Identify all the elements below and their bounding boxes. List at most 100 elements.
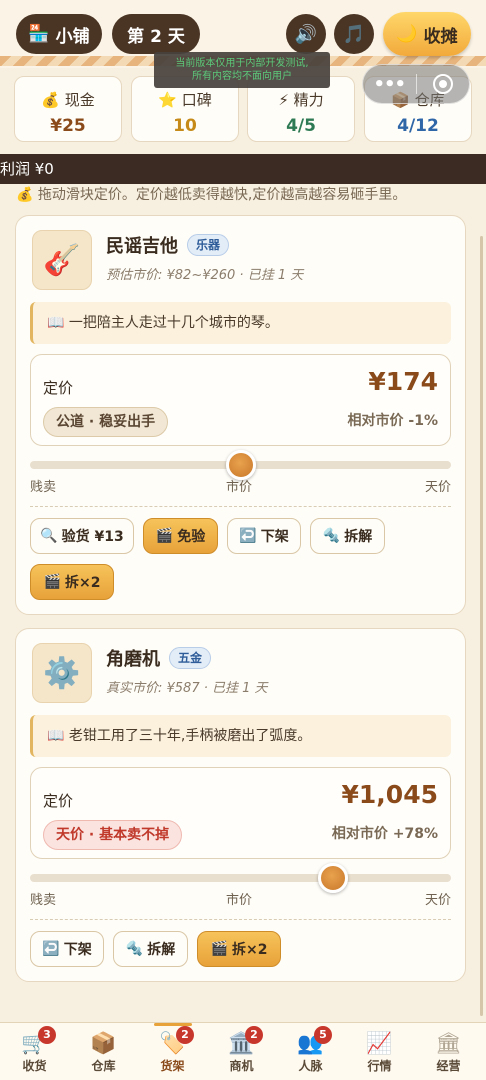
item-name: 民谣吉他 <box>106 236 178 257</box>
nav-manage-label: 经营 <box>436 1059 461 1073</box>
sound-button[interactable]: 🔊 <box>286 14 326 54</box>
nav-contacts-label: 人脉 <box>298 1059 323 1073</box>
clapper-icon: 🎬 <box>43 574 61 590</box>
scrollbar[interactable] <box>480 236 483 1016</box>
price-value: ¥1,045 <box>341 780 438 809</box>
bottom-nav: 🛒 收货 3 📦 仓库 🏷️ 货架 2 🏛️ 商机 2 👥 人脉 5 📈 行情 … <box>0 1022 486 1080</box>
price-verdict-badge: 天价 · 基本卖不掉 <box>43 820 183 850</box>
miniprogram-capsule: ••• <box>362 64 470 104</box>
speaker-icon: 🔊 <box>294 23 318 45</box>
scale-low: 贱卖 <box>30 893 57 908</box>
disassemble-x2-button[interactable]: 🎬 拆×2 <box>30 564 114 600</box>
disassemble-label: 拆解 <box>147 942 176 958</box>
shop-button[interactable]: 🏪 小铺 <box>16 14 102 54</box>
wrench-icon: 🔩 <box>125 941 144 957</box>
star-icon: ⭐ <box>158 91 177 109</box>
divider <box>30 919 451 920</box>
close-miniprogram-button[interactable] <box>416 74 469 94</box>
nav-opportunity[interactable]: 🏛️ 商机 2 <box>207 1023 276 1080</box>
moneybag-icon: 💰 <box>41 91 60 109</box>
shop-label: 小铺 <box>55 26 90 47</box>
return-icon: ↩️ <box>239 528 257 544</box>
price-label: 定价 <box>43 379 74 397</box>
nav-warehouse-label: 仓库 <box>91 1059 116 1073</box>
pricing-hint: 💰 拖动滑块定价。定价越低卖得越快,定价越高越容易砸手里。 <box>16 187 407 202</box>
chart-icon: 📈 <box>366 1031 393 1055</box>
disassemble-label: 拆解 <box>344 529 373 545</box>
nav-warehouse[interactable]: 📦 仓库 <box>69 1023 138 1080</box>
stat-energy-label: 精力 <box>293 91 324 109</box>
price-box: 定价 ¥174 公道 · 稳妥出手 相对市价 -1% <box>30 354 451 446</box>
nav-contacts-badge: 5 <box>314 1026 332 1044</box>
item-description: 📖 老钳工用了三十年,手柄被磨出了弧度。 <box>30 715 451 757</box>
category-tag: 五金 <box>169 647 212 669</box>
nav-shelf-badge: 2 <box>176 1026 194 1044</box>
stat-cash-value: ¥25 <box>50 116 86 136</box>
bank-icon: 🏛️ <box>228 1031 255 1055</box>
item-card: 🎸 民谣吉他 乐器 预估市价: ¥82~¥260 · 已挂 1 天 📖 一把陪主… <box>15 215 466 615</box>
price-tag-icon: 🏷️ <box>159 1031 186 1055</box>
skip-inspect-button[interactable]: 🎬 免验 <box>143 518 218 554</box>
category-tag: 乐器 <box>187 234 230 256</box>
relative-market-price: 相对市价 +78% <box>331 826 438 842</box>
disassemble-x2-button[interactable]: 🎬 拆×2 <box>197 931 281 967</box>
clapper-icon: 🎬 <box>155 528 174 544</box>
guitar-icon: 🎸 <box>32 230 92 290</box>
cart-icon: 🛒 <box>21 1031 48 1055</box>
scale-mid: 市价 <box>226 480 253 495</box>
nav-receive-badge: 3 <box>38 1026 56 1044</box>
wrench-icon: 🔩 <box>322 528 341 544</box>
nav-contacts[interactable]: 👥 人脉 5 <box>276 1023 345 1080</box>
price-label: 定价 <box>43 792 74 810</box>
day-label: 第 2 天 <box>127 26 185 47</box>
stat-energy-value: 4/5 <box>286 116 316 136</box>
skip-inspect-label: 免验 <box>177 529 206 545</box>
inspect-label: 验货 ¥13 <box>61 529 124 545</box>
price-verdict-badge: 公道 · 稳妥出手 <box>43 407 169 437</box>
profit-banner: 利润 ¥0 <box>0 154 486 184</box>
delist-label: 下架 <box>63 942 92 958</box>
stat-reputation-label: 口碑 <box>181 91 212 109</box>
nav-receive[interactable]: 🛒 收货 3 <box>0 1023 69 1080</box>
shop-icon: 🏪 <box>28 24 50 44</box>
inspect-button[interactable]: 🔍 验货 ¥13 <box>30 518 134 554</box>
disassemble-x2-label: 拆×2 <box>64 575 101 591</box>
nav-shelf[interactable]: 🏷️ 货架 2 <box>138 1023 207 1080</box>
nav-market-label: 行情 <box>367 1059 392 1073</box>
nav-receive-label: 收货 <box>22 1059 47 1073</box>
close-shop-label: 收摊 <box>423 26 458 47</box>
magnifier-icon: 🔍 <box>40 528 58 544</box>
gear-icon: ⚙️ <box>32 643 92 703</box>
nav-market[interactable]: 📈 行情 <box>345 1023 414 1080</box>
nav-manage[interactable]: 🏛 经营 <box>414 1023 483 1080</box>
stat-reputation-value: 10 <box>173 116 197 136</box>
disassemble-button[interactable]: 🔩 拆解 <box>310 518 385 554</box>
dev-notice-line2: 所有内容均不面向用户 <box>192 71 292 82</box>
music-note-icon: 🎵 <box>342 23 366 45</box>
item-description: 📖 一把陪主人走过十几个城市的琴。 <box>30 302 451 344</box>
slider-scale: 贱卖 市价 天价 <box>30 476 451 495</box>
price-slider[interactable] <box>30 863 451 893</box>
music-button[interactable]: 🎵 <box>334 14 374 54</box>
item-market-info: 真实市价: ¥587 · 已挂 1 天 <box>106 681 268 696</box>
divider <box>30 506 451 507</box>
stat-cash: 💰 现金 ¥25 <box>14 76 122 142</box>
dev-notice-line1: 当前版本仅用于内部开发测试, <box>175 58 309 69</box>
disassemble-button[interactable]: 🔩 拆解 <box>113 931 188 967</box>
item-name: 角磨机 <box>106 649 160 670</box>
dev-notice: 当前版本仅用于内部开发测试, 所有内容均不面向用户 <box>154 52 330 88</box>
scale-low: 贱卖 <box>30 480 57 495</box>
item-market-info: 预估市价: ¥82~¥260 · 已挂 1 天 <box>106 268 304 283</box>
delist-button[interactable]: ↩️ 下架 <box>30 931 104 967</box>
close-shop-button[interactable]: 🌙 收摊 <box>383 12 471 56</box>
more-menu-button[interactable]: ••• <box>363 74 416 95</box>
nav-shelf-label: 货架 <box>160 1059 185 1073</box>
clapper-icon: 🎬 <box>210 941 228 957</box>
return-icon: ↩️ <box>42 941 60 957</box>
delist-label: 下架 <box>260 529 289 545</box>
moon-icon: 🌙 <box>396 24 418 44</box>
box-icon: 📦 <box>90 1031 117 1055</box>
scale-high: 天价 <box>424 893 451 908</box>
delist-button[interactable]: ↩️ 下架 <box>227 518 301 554</box>
price-slider[interactable] <box>30 450 451 480</box>
